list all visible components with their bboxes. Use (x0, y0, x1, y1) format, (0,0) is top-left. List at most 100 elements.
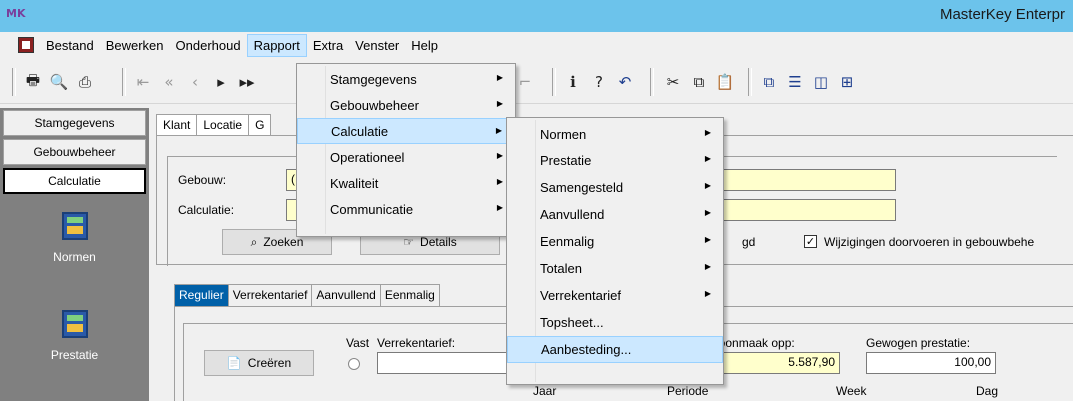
menu-item-label: Totalen (540, 261, 582, 276)
submenu-arrow-icon: ▶ (704, 262, 711, 271)
gewogen-label: Gewogen prestatie: (866, 336, 971, 350)
bottom-tabs: Regulier Verrekentarief Aanvullend Eenma… (174, 284, 440, 306)
arrange-icon[interactable]: ⊞ (836, 71, 858, 93)
toolbar-group-clipboard: ✂ ⧉ 📋 (660, 66, 738, 98)
toolbar-group-print: 🖶 🔍 ⎙ (20, 66, 98, 98)
creeren-button[interactable]: 📄 Creëren (204, 350, 314, 376)
vast-radio[interactable] (348, 358, 360, 370)
tab-locatie[interactable]: Locatie (196, 114, 250, 135)
nav-stamgegevens-button[interactable]: Stamgegevens (3, 110, 146, 136)
menu-item-label: Prestatie (540, 153, 592, 168)
menu-bestand[interactable]: Bestand (40, 35, 100, 56)
tab-eenmalig[interactable]: Eenmalig (379, 284, 440, 306)
menu-item-label: Aanbesteding... (541, 342, 632, 357)
submenu-arrow-icon: ▶ (704, 128, 711, 137)
tile-vertical-icon[interactable]: ◫ (810, 71, 832, 93)
tab-klant[interactable]: Klant (156, 114, 198, 135)
menu-help[interactable]: Help (405, 35, 444, 56)
toolbar-separator (748, 68, 752, 96)
tab-verrekentarief[interactable]: Verrekentarief (227, 284, 313, 306)
prev-page-icon[interactable]: « (158, 71, 180, 93)
vast-label: Vast (346, 336, 370, 350)
submenu-arrow-icon: ▶ (495, 126, 502, 135)
nav-tile-prestatie[interactable]: Prestatie (3, 310, 146, 362)
menu-extra[interactable]: Extra (307, 35, 349, 56)
prestatie-icon (61, 310, 88, 338)
tab-aanvullend[interactable]: Aanvullend (311, 284, 381, 306)
toolbar-group-help: ℹ ? ↶ (560, 66, 638, 98)
submenu-topsheet[interactable]: Topsheet... (507, 309, 723, 336)
calculatie-label: Calculatie: (178, 203, 235, 217)
sync-checkbox[interactable]: ✓ (804, 235, 817, 248)
next-page-icon[interactable]: ▸▸ (236, 71, 258, 93)
app-logo-icon: MK (6, 7, 26, 20)
submenu-arrow-icon: ▶ (704, 154, 711, 163)
menu-onderhoud[interactable]: Onderhoud (170, 35, 247, 56)
tab-regulier[interactable]: Regulier (174, 284, 229, 306)
first-record-icon[interactable]: ⇤ (132, 71, 154, 93)
nav-tile-label: Normen (53, 250, 96, 264)
menu-rapport[interactable]: Rapport (246, 33, 307, 57)
submenu-prestatie[interactable]: Prestatie ▶ (507, 147, 723, 174)
submenu-samengesteld[interactable]: Samengesteld ▶ (507, 174, 723, 201)
nav-tile-label: Prestatie (50, 348, 99, 362)
pointing-hand-icon: ☞ (403, 235, 415, 249)
menu-item-label: Operationeel (330, 149, 405, 165)
toolbar: 🖶 🔍 ⎙ ⇤ « ‹ ▸ ▸▸ ⌐ ℹ ? ↶ ✂ ⧉ 📋 ⧉ ☰ ◫ ⊞ (0, 58, 1073, 104)
rapport-menu-calculatie[interactable]: Calculatie ▶ (297, 118, 515, 144)
top-tabs: Klant Locatie G (156, 114, 272, 136)
menu-bewerken[interactable]: Bewerken (100, 35, 170, 56)
normen-icon (61, 212, 88, 240)
rapport-menu-gebouwbeheer[interactable]: Gebouwbeheer ▶ (297, 92, 515, 118)
period-header-week: Week (836, 384, 867, 398)
rapport-menu-stamgegevens[interactable]: Stamgegevens ▶ (297, 66, 515, 92)
submenu-aanvullend[interactable]: Aanvullend ▶ (507, 201, 723, 228)
page-setup-icon[interactable]: ⎙ (74, 71, 96, 93)
nav-calculatie-button[interactable]: Calculatie (3, 168, 146, 194)
window-title: MasterKey Enterpr (939, 6, 1065, 23)
menu-item-label: Stamgegevens (330, 71, 417, 87)
toolbar-group-nav: ⇤ « ‹ ▸ ▸▸ (130, 66, 260, 98)
rapport-menu-kwaliteit[interactable]: Kwaliteit ▶ (297, 170, 515, 196)
print-preview-icon[interactable]: 🔍 (48, 71, 70, 93)
menu-venster[interactable]: Venster (349, 35, 405, 56)
submenu-normen[interactable]: Normen ▶ (507, 121, 723, 147)
tile-horizontal-icon[interactable]: ☰ (784, 71, 806, 93)
submenu-eenmalig[interactable]: Eenmalig ▶ (507, 228, 723, 255)
filter-icon[interactable]: ⌐ (514, 71, 536, 93)
nav-gebouwbeheer-button[interactable]: Gebouwbeheer (3, 139, 146, 165)
info-icon[interactable]: ℹ (562, 71, 584, 93)
submenu-arrow-icon: ▶ (496, 177, 503, 186)
printer-icon[interactable]: 🖶 (22, 71, 44, 93)
next-record-icon[interactable]: ▸ (210, 71, 232, 93)
tab-g[interactable]: G (248, 114, 272, 135)
menu-item-label: Communicatie (330, 201, 414, 217)
gewogen-field[interactable]: 100,00 (866, 352, 996, 374)
prev-record-icon[interactable]: ‹ (184, 71, 206, 93)
submenu-verrekentarief[interactable]: Verrekentarief ▶ (507, 282, 723, 309)
submenu-arrow-icon: ▶ (496, 73, 503, 82)
truncated-label: gd (742, 235, 756, 249)
menu-item-label: Kwaliteit (330, 175, 379, 191)
rapport-menu-operationeel[interactable]: Operationeel ▶ (297, 144, 515, 170)
system-menu-icon[interactable] (18, 37, 34, 53)
rapport-menu-communicatie[interactable]: Communicatie ▶ (297, 196, 515, 222)
verrekentarief-field[interactable] (377, 352, 527, 374)
paste-icon[interactable]: 📋 (714, 71, 736, 93)
help-icon[interactable]: ? (588, 71, 610, 93)
period-header-dag: Dag (976, 384, 999, 398)
submenu-arrow-icon: ▶ (704, 181, 711, 190)
period-header-periode: Periode (667, 384, 709, 398)
undo-icon[interactable]: ↶ (614, 71, 636, 93)
toolbar-separator (552, 68, 556, 96)
copy-icon[interactable]: ⧉ (688, 71, 710, 93)
left-navigation: Stamgegevens Gebouwbeheer Calculatie Nor… (0, 108, 149, 401)
calculatie-submenu: Normen ▶ Prestatie ▶ Samengesteld ▶ Aanv… (506, 117, 724, 385)
cut-icon[interactable]: ✂ (662, 71, 684, 93)
submenu-totalen[interactable]: Totalen ▶ (507, 255, 723, 282)
toolbar-separator (12, 68, 16, 96)
submenu-aanbesteding[interactable]: Aanbesteding... (507, 336, 723, 363)
nav-tile-normen[interactable]: Normen (3, 212, 146, 264)
submenu-arrow-icon: ▶ (704, 208, 711, 217)
tile-cascade-icon[interactable]: ⧉ (758, 71, 780, 93)
